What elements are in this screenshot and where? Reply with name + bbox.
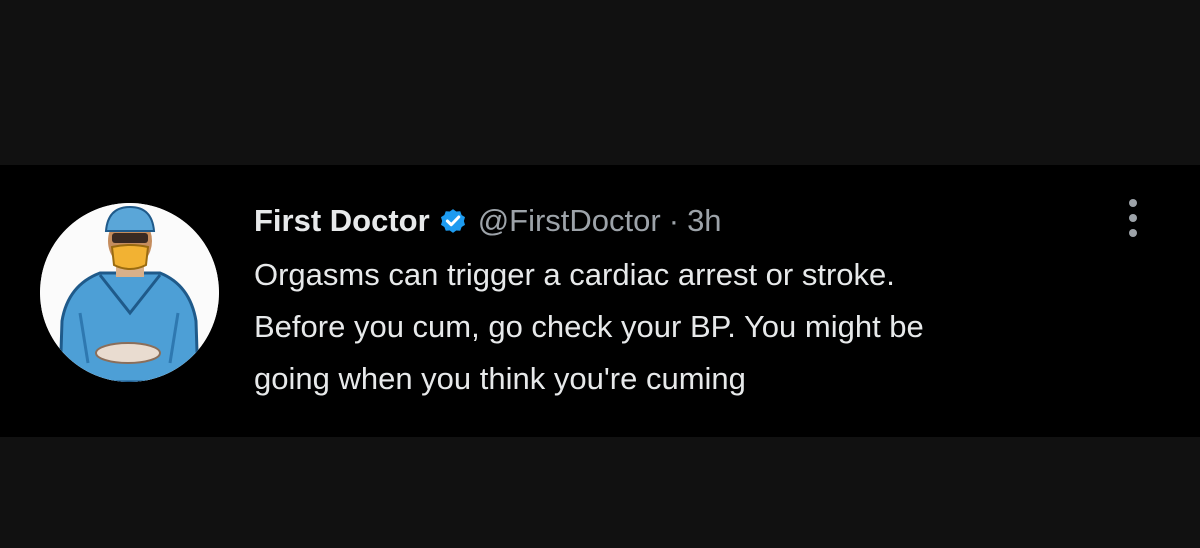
top-margin	[0, 0, 1200, 165]
author-handle[interactable]: @FirstDoctor	[478, 203, 661, 239]
author-display-name[interactable]: First Doctor	[254, 203, 430, 239]
header-separator: ·	[668, 203, 680, 238]
tweet-card[interactable]: First Doctor @FirstDoctor · 3h Orgasms c…	[0, 165, 1200, 437]
tweet-timestamp[interactable]: 3h	[687, 203, 721, 239]
tweet-content: First Doctor @FirstDoctor · 3h Orgasms c…	[254, 199, 1154, 405]
screenshot-frame: First Doctor @FirstDoctor · 3h Orgasms c…	[0, 0, 1200, 548]
tweet-text: Orgasms can trigger a cardiac arrest or …	[254, 257, 924, 396]
bottom-margin	[0, 437, 1200, 548]
tweet-header: First Doctor @FirstDoctor · 3h	[254, 199, 1154, 243]
doctor-in-scrubs-avatar-icon	[40, 203, 219, 382]
more-vertical-icon[interactable]	[1120, 195, 1146, 241]
verified-badge-icon	[438, 206, 468, 236]
avatar[interactable]	[40, 203, 219, 382]
